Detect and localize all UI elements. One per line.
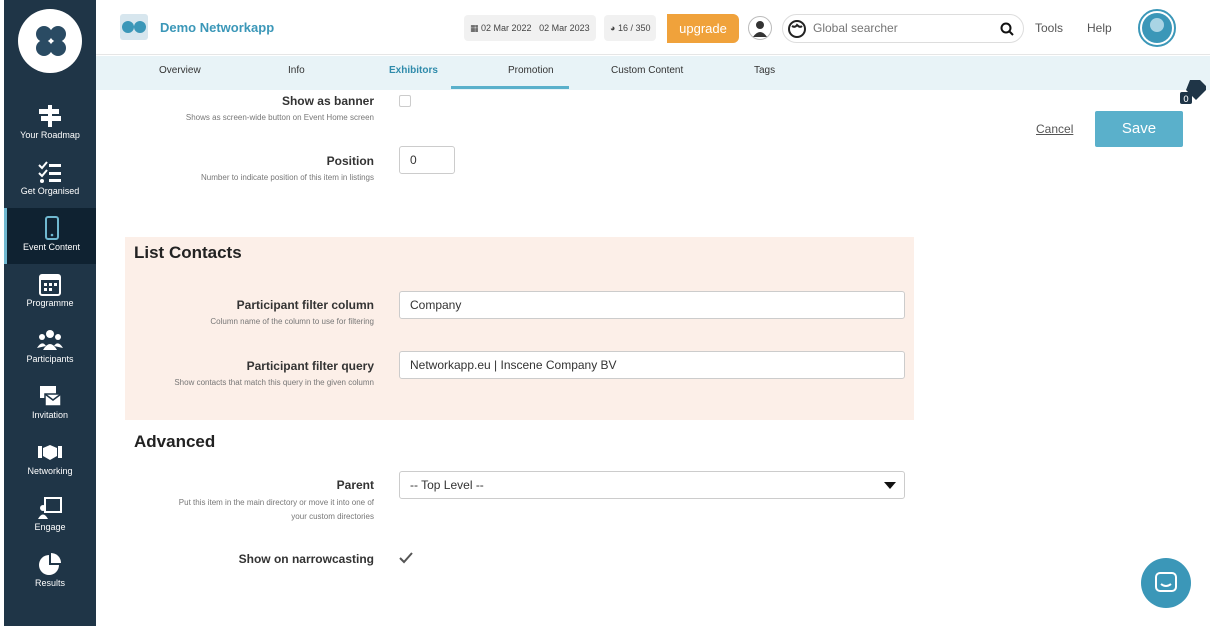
- sidebar: Your Roadmap Get Organised Event Content…: [4, 0, 96, 626]
- search-input[interactable]: [813, 21, 993, 35]
- sidebar-item-invitation[interactable]: Invitation: [4, 376, 96, 432]
- advanced-title: Advanced: [134, 432, 216, 451]
- upgrade-button[interactable]: upgrade: [667, 14, 739, 43]
- globe-icon: [788, 20, 806, 38]
- chat-icon: [1155, 572, 1177, 592]
- users-icon: [37, 330, 63, 350]
- participant-filter-query-help: Show contacts that match this query in t…: [174, 378, 374, 387]
- sidebar-item-label: Your Roadmap: [20, 130, 80, 140]
- tools-link[interactable]: Tools: [1035, 21, 1063, 35]
- narrowcasting-checkbox[interactable]: [399, 552, 413, 564]
- calendar-icon: ▦: [470, 23, 479, 33]
- tab-overview[interactable]: Overview: [159, 65, 201, 76]
- brand-name[interactable]: Demo Networkapp: [160, 20, 274, 35]
- sidebar-item-label: Results: [34, 578, 65, 588]
- pie-chart-icon: [39, 553, 61, 575]
- position-label: Position: [326, 154, 374, 168]
- parent-select[interactable]: -- Top Level --: [399, 471, 905, 499]
- search-icon[interactable]: [1000, 22, 1014, 36]
- position-help: Number to indicate position of this item…: [201, 173, 374, 182]
- sidebar-item-networking[interactable]: Networking: [4, 432, 96, 488]
- participant-filter-query-input[interactable]: Networkapp.eu | Inscene Company BV: [399, 351, 905, 379]
- tab-exhibitors[interactable]: Exhibitors: [389, 65, 438, 76]
- usage-counter[interactable]: ◕ 16 / 350: [604, 15, 657, 41]
- sidebar-item-label: Networking: [27, 466, 73, 476]
- sidebar-item-programme[interactable]: Programme: [4, 264, 96, 320]
- save-button[interactable]: Save: [1095, 111, 1183, 147]
- participant-filter-column-label: Participant filter column: [236, 298, 374, 312]
- calendar-icon: [39, 274, 61, 296]
- parent-select-value: -- Top Level --: [410, 478, 484, 492]
- sidebar-item-event-content[interactable]: Event Content: [4, 208, 96, 264]
- sidebar-item-label: Event Content: [22, 242, 81, 252]
- parent-help-line2: your custom directories: [291, 512, 374, 521]
- cancel-button[interactable]: Cancel: [1036, 122, 1073, 136]
- sidebar-item-engage[interactable]: Engage: [4, 488, 96, 544]
- presentation-icon: [38, 497, 62, 519]
- parent-help-line1: Put this item in the main directory or m…: [178, 498, 374, 507]
- support-agent-icon[interactable]: [748, 16, 772, 40]
- sidebar-item-participants[interactable]: Participants: [4, 320, 96, 376]
- signpost-icon: [39, 105, 61, 127]
- sidebar-item-label: Get Organised: [20, 186, 80, 196]
- tab-promotion[interactable]: Promotion: [508, 65, 554, 76]
- show-as-banner-label: Show as banner: [281, 94, 374, 108]
- participant-filter-query-label: Participant filter query: [246, 359, 374, 373]
- parent-label: Parent: [336, 478, 374, 492]
- mobile-icon: [44, 216, 59, 240]
- usage-value: 16 / 350: [617, 23, 651, 33]
- sidebar-item-results[interactable]: Results: [4, 544, 96, 600]
- topbar: Demo Networkapp ▦ 02 Mar 2022 02 Mar 202…: [96, 0, 1210, 55]
- checklist-icon: [38, 161, 61, 183]
- active-tab-indicator: [451, 86, 569, 89]
- show-as-banner-checkbox[interactable]: [399, 95, 411, 107]
- help-link[interactable]: Help: [1087, 21, 1112, 35]
- sidebar-item-label: Invitation: [31, 410, 69, 420]
- invitation-icon: [40, 386, 62, 407]
- tab-info[interactable]: Info: [288, 65, 305, 76]
- caret-down-icon: [884, 482, 896, 489]
- avatar[interactable]: [1138, 9, 1176, 47]
- event-dates[interactable]: ▦ 02 Mar 2022 02 Mar 2023: [464, 15, 596, 41]
- date-start: 02 Mar 2022: [481, 23, 532, 33]
- chat-launcher-button[interactable]: [1141, 558, 1191, 608]
- sidebar-item-roadmap[interactable]: Your Roadmap: [4, 96, 96, 152]
- tab-custom-content[interactable]: Custom Content: [611, 65, 683, 76]
- sidebar-item-get-organised[interactable]: Get Organised: [4, 152, 96, 208]
- participant-filter-column-input[interactable]: Company: [399, 291, 905, 319]
- global-search[interactable]: [782, 14, 1024, 43]
- handshake-icon: [38, 445, 62, 460]
- logo-shape: [50, 40, 66, 56]
- list-contacts-section: List Contacts Participant filter column …: [125, 237, 914, 420]
- exhibitor-form: Show as banner Shows as screen-wide butt…: [96, 90, 1210, 626]
- sidebar-item-label: Participants: [26, 354, 74, 364]
- app-logo[interactable]: [18, 9, 82, 73]
- content-tabs: Overview Info Exhibitors Promotion Custo…: [96, 56, 1210, 105]
- list-contacts-title: List Contacts: [134, 243, 242, 262]
- sidebar-item-label: Programme: [26, 298, 74, 308]
- tab-tags[interactable]: Tags: [754, 65, 775, 76]
- participant-filter-column-help: Column name of the column to use for fil…: [210, 317, 374, 326]
- show-as-banner-help: Shows as screen-wide button on Event Hom…: [185, 113, 374, 122]
- date-end: 02 Mar 2023: [539, 23, 590, 33]
- gauge-icon: ◕: [610, 23, 616, 33]
- narrowcasting-label: Show on narrowcasting: [238, 552, 374, 566]
- sidebar-item-label: Engage: [34, 522, 66, 532]
- brand-logo-icon: [120, 14, 148, 40]
- position-input[interactable]: 0: [399, 146, 455, 174]
